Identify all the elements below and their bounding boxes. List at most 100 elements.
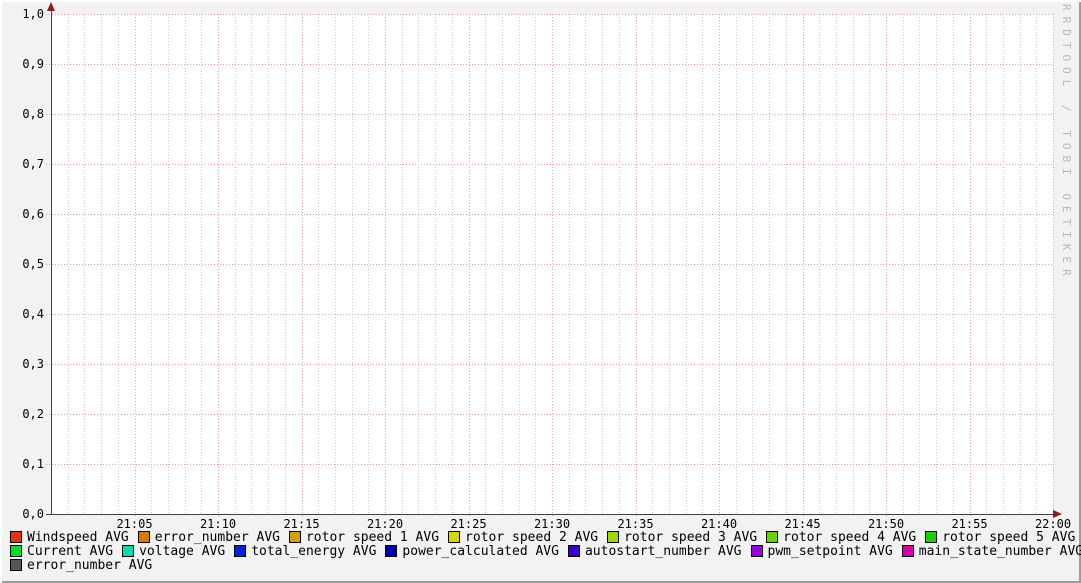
legend-label: rotor speed 4 AVG [783, 530, 916, 545]
legend-item: power_calculated AVG [385, 544, 559, 559]
y-tick-label: 0,6 [0, 207, 44, 221]
gridline-vertical-minor [819, 14, 820, 514]
gridline-vertical-minor [285, 14, 286, 514]
y-tick-label: 0,2 [0, 407, 44, 421]
gridline-vertical-minor [84, 14, 85, 514]
rrdtool-watermark: RRDTOOL / TOBI OETIKER [1060, 4, 1073, 282]
legend-label: Current AVG [27, 544, 113, 559]
rrdtool-graph: 1,00,90,80,70,60,50,40,30,20,10,0 21:052… [0, 0, 1081, 583]
gridline-vertical-major [886, 14, 887, 517]
legend-color-swatch [568, 545, 580, 557]
gridline-vertical-minor [652, 14, 653, 514]
gridline-vertical-minor [836, 14, 837, 514]
legend-item: error_number AVG [138, 530, 280, 545]
legend-row: Windspeed AVG error_number AVG rotor speed… [10, 530, 1081, 544]
y-tick-label: 1,0 [0, 7, 44, 21]
legend-label: main_state_number AVG [919, 544, 1081, 559]
legend-color-swatch [289, 531, 301, 543]
legend-color-swatch [751, 545, 763, 557]
gridline-vertical-minor [418, 14, 419, 514]
y-tick-label: 0,0 [0, 507, 44, 521]
y-axis-line [51, 8, 52, 514]
legend-label: pwm_setpoint AVG [768, 544, 893, 559]
legend-label: autostart_number AVG [585, 544, 742, 559]
gridline-vertical-minor [919, 14, 920, 514]
y-tick-label: 0,7 [0, 157, 44, 171]
legend-color-swatch [766, 531, 778, 543]
legend-item: autostart_number AVG [568, 544, 742, 559]
gridline-vertical-minor [435, 14, 436, 514]
x-axis-line [46, 514, 1059, 515]
legend-item: rotor speed 4 AVG [766, 530, 916, 545]
y-tick-label: 0,8 [0, 107, 44, 121]
legend-item: rotor speed 3 AVG [607, 530, 757, 545]
gridline-vertical-major [803, 14, 804, 517]
legend-color-swatch [448, 531, 460, 543]
gridline-vertical-minor [619, 14, 620, 514]
gridline-vertical-minor [352, 14, 353, 514]
legend-label: Windspeed AVG [27, 530, 129, 545]
gridline-vertical-minor [769, 14, 770, 514]
gridline-vertical-minor [1036, 14, 1037, 514]
legend-label: rotor speed 5 AVG [942, 530, 1075, 545]
gridline-vertical-minor [585, 14, 586, 514]
gridline-vertical-minor [168, 14, 169, 514]
y-tick-label: 0,4 [0, 307, 44, 321]
y-tick-label: 0,3 [0, 357, 44, 371]
gridline-vertical-minor [936, 14, 937, 514]
y-tick-label: 0,9 [0, 57, 44, 71]
gridline-vertical-minor [68, 14, 69, 514]
gridline-vertical-minor [519, 14, 520, 514]
gridline-vertical-major [970, 14, 971, 517]
y-tick-label: 0,1 [0, 457, 44, 471]
legend-item: voltage AVG [122, 544, 225, 559]
legend-color-swatch [10, 545, 22, 557]
gridline-vertical-minor [268, 14, 269, 514]
legend-color-swatch [10, 531, 22, 543]
gridline-vertical-minor [335, 14, 336, 514]
gridline-vertical-minor [1003, 14, 1004, 514]
gridline-vertical-minor [569, 14, 570, 514]
gridline-vertical-minor [251, 14, 252, 514]
gridline-vertical-major [135, 14, 136, 517]
legend-row: Current AVG voltage AVG total_energy AVG po… [10, 544, 1081, 558]
legend-color-swatch [138, 531, 150, 543]
gridline-vertical-minor [702, 14, 703, 514]
gridline-vertical-minor [869, 14, 870, 514]
gridline-vertical-minor [452, 14, 453, 514]
gridline-vertical-major [552, 14, 553, 517]
legend-label: error_number AVG [27, 558, 152, 573]
gridline-vertical-minor [903, 14, 904, 514]
legend-item: pwm_setpoint AVG [751, 544, 893, 559]
gridline-vertical-major [385, 14, 386, 517]
gridline-vertical-minor [853, 14, 854, 514]
legend-color-swatch [10, 559, 22, 571]
legend-color-swatch [902, 545, 914, 557]
y-axis-arrow-icon [47, 2, 55, 11]
gridline-vertical-minor [201, 14, 202, 514]
gridline-vertical-major [218, 14, 219, 517]
legend-row: error_number AVG [10, 558, 1081, 572]
gridline-vertical-minor [686, 14, 687, 514]
gridline-vertical-major [719, 14, 720, 517]
gridline-vertical-major [469, 14, 470, 517]
legend-label: rotor speed 2 AVG [465, 530, 598, 545]
gridline-vertical-minor [1020, 14, 1021, 514]
legend-label: rotor speed 1 AVG [306, 530, 439, 545]
legend-label: error_number AVG [155, 530, 280, 545]
legend-color-swatch [925, 531, 937, 543]
gridline-vertical-minor [485, 14, 486, 514]
gridline-vertical-major [1053, 14, 1054, 517]
legend-label: total_energy AVG [251, 544, 376, 559]
legend-item: rotor speed 2 AVG [448, 530, 598, 545]
gridline-vertical-minor [669, 14, 670, 514]
gridline-vertical-minor [602, 14, 603, 514]
legend-item: Current AVG [10, 544, 113, 559]
gridline-vertical-minor [235, 14, 236, 514]
legend-item: rotor speed 5 AVG [925, 530, 1075, 545]
gridline-vertical-minor [786, 14, 787, 514]
legend-color-swatch [385, 545, 397, 557]
legend-item: rotor speed 1 AVG [289, 530, 439, 545]
legend-label: voltage AVG [139, 544, 225, 559]
gridline-vertical-minor [986, 14, 987, 514]
